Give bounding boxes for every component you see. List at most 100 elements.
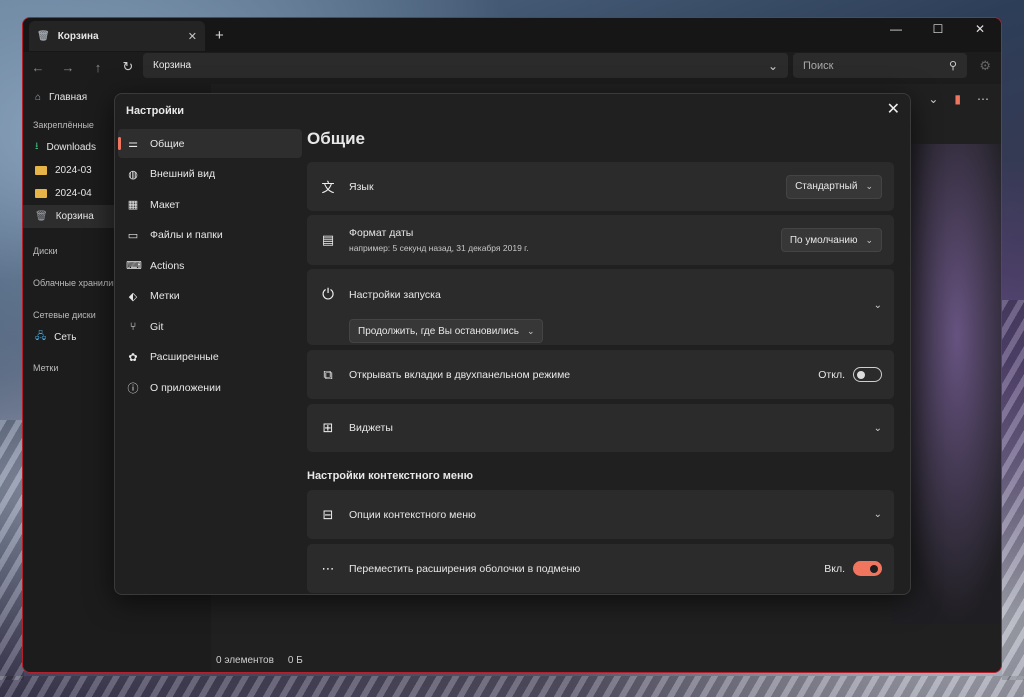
settings-nav: ⚌ Общие ◍ Внешний вид ▦ Макет ▭ Файлы и папк… <box>118 129 302 404</box>
more-horizontal-icon: ⋯ <box>321 560 335 576</box>
window-controls: — ☐ ✕ <box>875 18 1001 40</box>
dual-pane-toggle[interactable] <box>853 367 882 382</box>
startup-card[interactable]: ⏻ Настройки запуска ⌄ Продолжить, где Вы… <box>307 269 894 345</box>
nav-about[interactable]: ⓘ О приложении <box>118 373 302 402</box>
view-toolbar: ⌄ ▮ ⋯ <box>928 92 989 106</box>
context-options-label: Опции контекстного меню <box>349 508 476 521</box>
wallpaper-mountain-bottom <box>0 676 1024 697</box>
nav-layout[interactable]: ▦ Макет <box>118 190 302 219</box>
context-menu-header: Настройки контекстного меню <box>307 470 474 482</box>
sidebar-item-label: Корзина <box>55 211 94 222</box>
nav-actions[interactable]: ⌨ Actions <box>118 251 302 280</box>
nav-label: Макет <box>150 198 180 211</box>
nav-label: Метки <box>150 290 180 302</box>
close-window-button[interactable]: ✕ <box>959 18 1001 40</box>
shell-ext-toggle[interactable] <box>853 561 882 576</box>
back-arrow-icon[interactable]: ← <box>23 60 53 75</box>
title-bar: 🗑 Корзина ✕ + — ☐ ✕ <box>23 18 1001 52</box>
tab-label: Корзина <box>57 30 99 42</box>
language-icon: 文 <box>321 180 335 195</box>
more-options-icon[interactable]: ⋯ <box>977 92 989 106</box>
layout-chevron-icon[interactable]: ⌄ <box>928 92 938 106</box>
refresh-icon[interactable]: ↻ <box>113 59 143 75</box>
dual-pane-icon: ⧉ <box>323 366 333 382</box>
chevron-down-icon[interactable]: ⌄ <box>768 59 778 73</box>
new-tab-button[interactable]: + <box>215 27 224 44</box>
minimize-button[interactable]: — <box>875 18 917 40</box>
date-format-select[interactable]: По умолчанию ⌄ <box>780 228 882 252</box>
settings-pane: Общие 文 Язык Стандартный ⌄ ▤ Формат даты… <box>307 94 903 594</box>
palette-icon: ◍ <box>128 168 138 181</box>
chevron-down-icon: ⌄ <box>865 234 873 245</box>
download-icon: ⭳ <box>35 141 39 152</box>
widgets-label: Виджеты <box>349 422 393 434</box>
nav-label: Файлы и папки <box>150 229 223 241</box>
chevron-down-icon[interactable]: ⌄ <box>874 300 882 311</box>
language-value: Стандартный <box>795 181 858 192</box>
total-size: 0 Б <box>287 654 303 666</box>
date-format-value: По умолчанию <box>789 234 858 246</box>
shell-ext-card: ⋯ Переместить расширения оболочки в подм… <box>307 544 894 593</box>
nav-files-folders[interactable]: ▭ Файлы и папки <box>118 221 302 250</box>
sidebar-item-label: Downloads <box>46 142 96 153</box>
dual-pane-state: Откл. <box>818 368 845 381</box>
power-icon: ⏻ <box>322 286 334 303</box>
widgets-card[interactable]: ⊞ Виджеты ⌄ <box>307 404 894 452</box>
startup-value: Продолжить, где Вы остановились <box>358 325 519 337</box>
date-format-example: например: 5 секунд назад, 31 декабря 201… <box>349 243 529 253</box>
tab-recycle-bin[interactable]: 🗑 Корзина ✕ <box>29 21 205 51</box>
sidebar-item-label: Сеть <box>54 332 77 343</box>
date-format-card: ▤ Формат даты например: 5 секунд назад, … <box>307 215 894 265</box>
chevron-down-icon[interactable]: ⌄ <box>874 423 882 434</box>
page-title: Общие <box>307 129 365 148</box>
search-input[interactable]: Поиск ⚲ <box>793 53 967 78</box>
grid-icon: ▦ <box>127 199 139 211</box>
recycle-bin-icon: 🗑 <box>35 211 48 222</box>
sidebar-item-label: Главная <box>49 92 88 103</box>
address-bar[interactable]: Корзина ⌄ <box>143 53 788 78</box>
maximize-button[interactable]: ☐ <box>917 18 959 40</box>
up-arrow-icon[interactable]: ↑ <box>83 60 113 75</box>
dialog-title: Настройки <box>126 105 185 117</box>
git-icon: ⑂ <box>129 320 137 333</box>
nav-label: Git <box>150 320 164 333</box>
tab-close-icon[interactable]: ✕ <box>188 30 197 43</box>
chevron-down-icon[interactable]: ⌄ <box>874 509 882 520</box>
startup-label: Настройки запуска <box>349 289 441 301</box>
cog-advanced-icon: ✿ <box>128 351 138 364</box>
sidebar-item-label: 2024-04 <box>55 188 92 199</box>
language-select[interactable]: Стандартный ⌄ <box>786 174 882 199</box>
details-pane-icon[interactable]: ▮ <box>954 92 961 106</box>
nav-appearance[interactable]: ◍ Внешний вид <box>118 160 302 189</box>
search-icon: ⚲ <box>948 60 957 72</box>
startup-select[interactable]: Продолжить, где Вы остановились ⌄ <box>349 319 544 343</box>
folder-icon <box>35 189 47 198</box>
recycle-bin-icon: 🗑 <box>37 30 50 42</box>
nav-label: Внешний вид <box>150 168 216 180</box>
nav-git[interactable]: ⑂ Git <box>118 312 302 341</box>
folder-outline-icon: ▭ <box>127 229 139 242</box>
nav-general[interactable]: ⚌ Общие <box>118 129 302 158</box>
shell-ext-label: Переместить расширения оболочки в подмен… <box>349 562 581 575</box>
info-icon: ⓘ <box>127 382 139 395</box>
context-options-card[interactable]: ⊟ Опции контекстного меню ⌄ <box>307 490 894 539</box>
address-text: Корзина <box>153 60 192 71</box>
language-label: Язык <box>349 180 374 193</box>
tag-icon: ⬖ <box>128 290 138 303</box>
widgets-icon: ⊞ <box>322 420 334 435</box>
nav-advanced[interactable]: ✿ Расширенные <box>118 343 302 372</box>
chevron-down-icon: ⌄ <box>865 181 873 191</box>
dual-pane-label: Открывать вкладки в двухпанельном режиме <box>349 368 571 381</box>
item-count: 0 элементов <box>216 654 274 666</box>
forward-arrow-icon[interactable]: → <box>53 60 83 75</box>
keyboard-icon: ⌨ <box>126 260 142 272</box>
gear-icon[interactable]: ⚙ <box>979 58 991 74</box>
language-card: 文 Язык Стандартный ⌄ <box>307 162 894 211</box>
network-icon: 🖧 <box>35 331 47 342</box>
nav-label: О приложении <box>150 381 221 394</box>
status-bar: 0 элементов 0 Б <box>211 648 1001 672</box>
apps-icon: ⊟ <box>322 506 334 522</box>
settings-dialog: Настройки ✕ ⚌ Общие ◍ Внешний вид ▦ Макет ▭… <box>114 93 911 595</box>
nav-tags[interactable]: ⬖ Метки <box>118 282 302 311</box>
sidebar-item-label: 2024-03 <box>55 165 92 176</box>
